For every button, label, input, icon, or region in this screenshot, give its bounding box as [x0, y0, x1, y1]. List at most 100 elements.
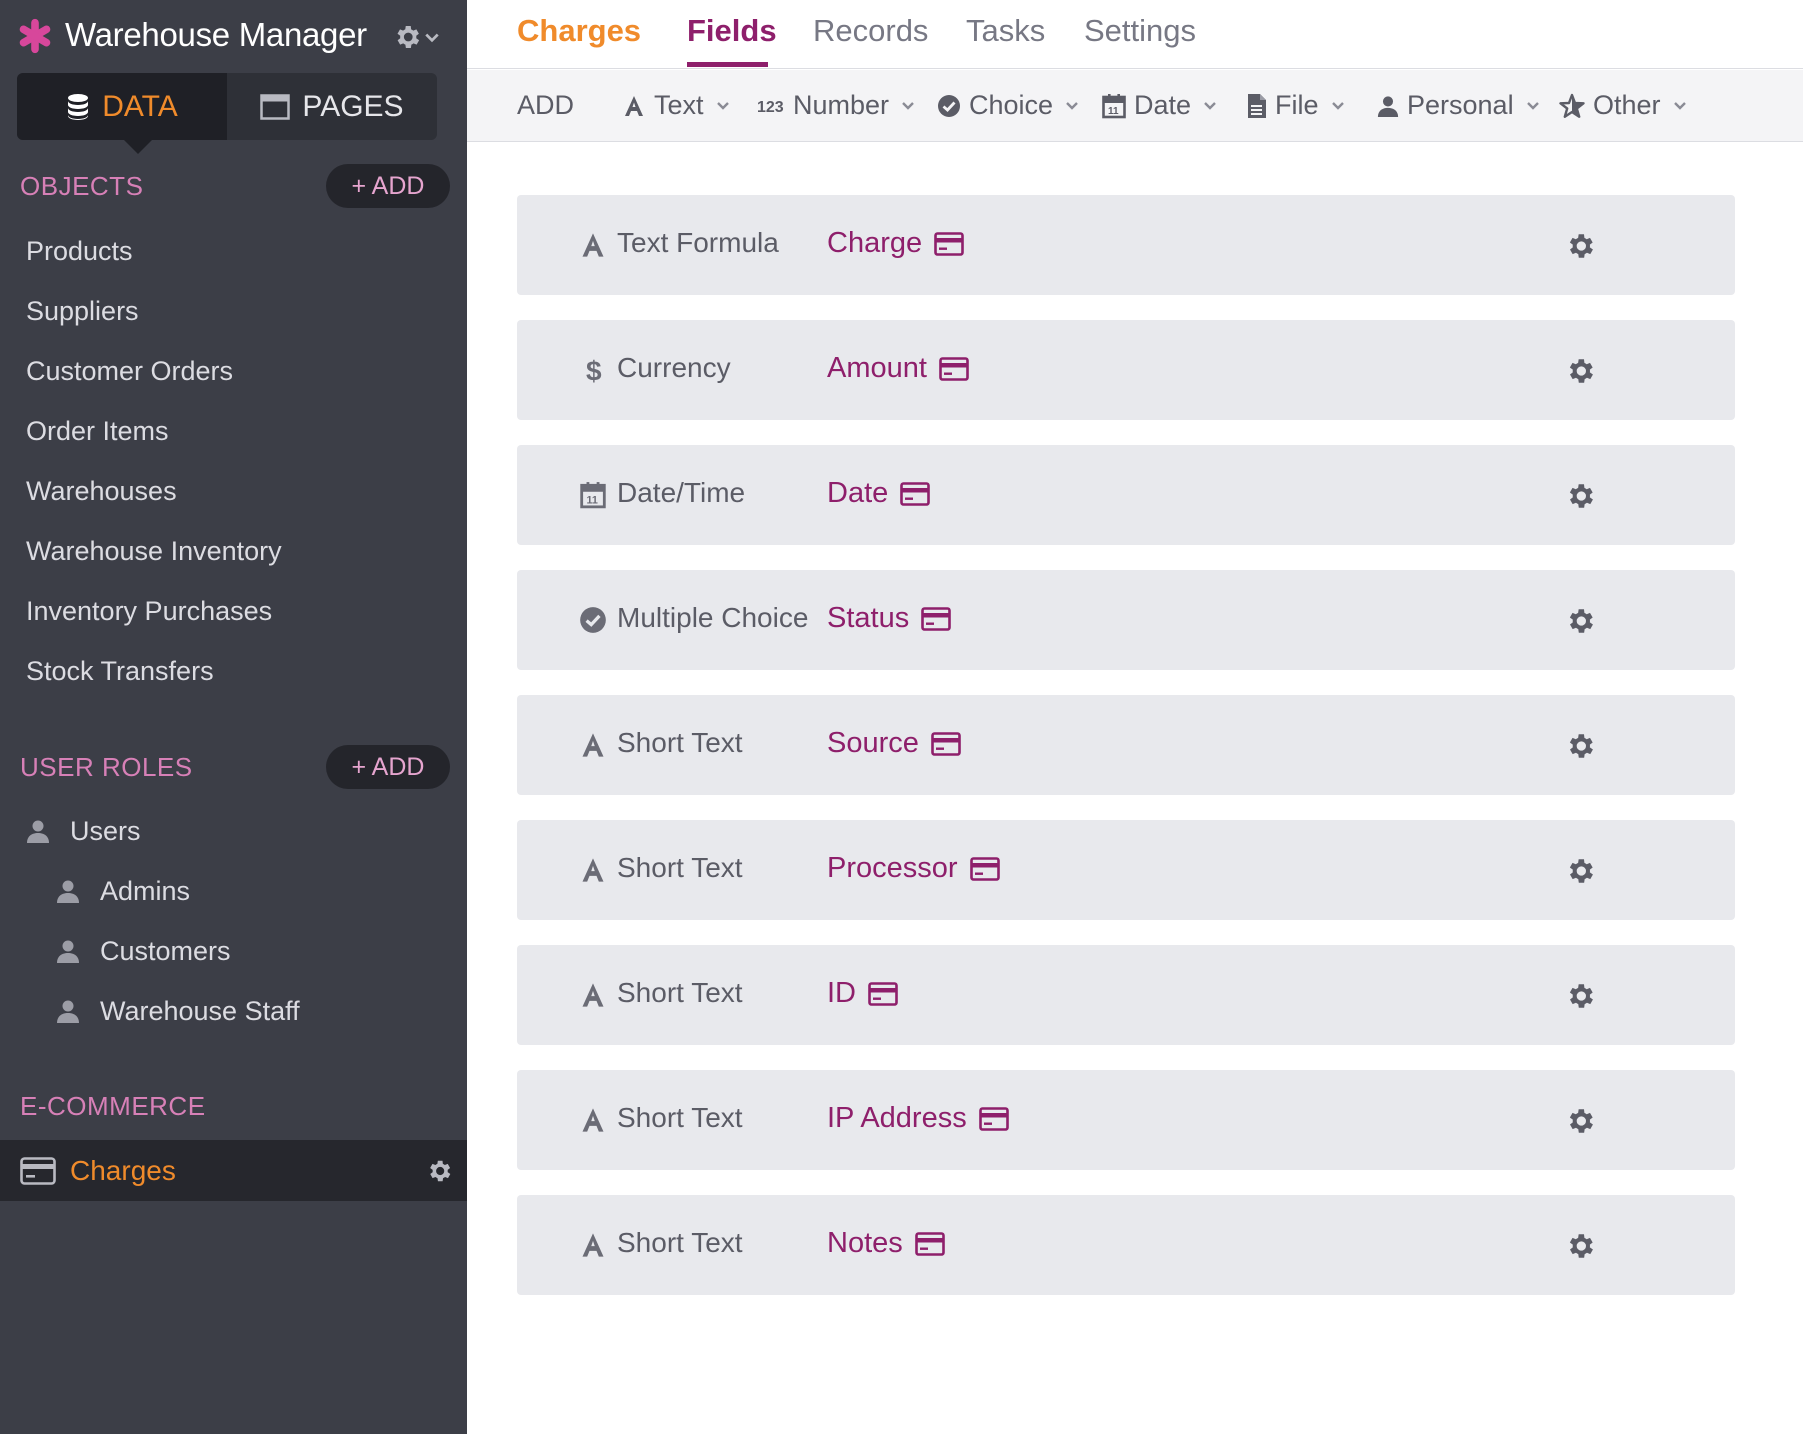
- field-name-link[interactable]: Date: [827, 477, 931, 510]
- active-tab-underline: [687, 62, 768, 67]
- field-name-link[interactable]: Charge: [827, 227, 964, 260]
- field-name-link[interactable]: ID: [827, 977, 898, 1010]
- object-tabs: Charges Fields Records Tasks Settings: [467, 0, 1803, 69]
- data-mode-tab[interactable]: DATA: [17, 73, 227, 154]
- text-icon: [582, 733, 604, 757]
- objects-section-header: OBJECTS + ADD: [20, 164, 450, 208]
- sidebar-item-stock-transfers[interactable]: Stock Transfers: [0, 641, 467, 701]
- user-icon: [27, 820, 49, 843]
- star-icon: [1559, 93, 1585, 118]
- svg-text:11: 11: [1108, 106, 1119, 117]
- sidebar-item-inventory-purchases[interactable]: Inventory Purchases: [0, 581, 467, 641]
- tab-tasks[interactable]: Tasks: [966, 13, 1045, 49]
- credit-card-icon: [868, 981, 898, 1006]
- field-name-link[interactable]: Status: [827, 602, 952, 635]
- sidebar-item-customer-orders[interactable]: Customer Orders: [0, 341, 467, 401]
- gear-icon[interactable]: [1564, 230, 1596, 262]
- browser-window-icon: [260, 93, 291, 120]
- field-row[interactable]: Multiple Choice Status: [517, 570, 1735, 670]
- sidebar-item-charges[interactable]: Charges: [0, 1140, 467, 1201]
- gear-icon[interactable]: [1564, 480, 1596, 512]
- other-type-dropdown[interactable]: Other: [1559, 90, 1687, 121]
- text-icon: [625, 95, 643, 116]
- field-name: Status: [827, 602, 910, 634]
- field-row[interactable]: Short Text Notes: [517, 1195, 1735, 1295]
- database-icon: [68, 93, 89, 120]
- add-field-label: ADD: [517, 90, 575, 120]
- gear-icon[interactable]: [425, 1157, 453, 1185]
- sidebar-item-label: Users: [70, 815, 141, 846]
- field-type-label: Short Text: [617, 1227, 743, 1258]
- gear-icon[interactable]: [1564, 1105, 1596, 1137]
- credit-card-icon: [900, 481, 931, 506]
- field-row[interactable]: Short Text Source: [517, 695, 1735, 795]
- chevron-down-icon: [1331, 101, 1344, 110]
- date-type-dropdown[interactable]: 11 Date: [1102, 90, 1217, 121]
- sidebar-item-warehouse-inventory[interactable]: Warehouse Inventory: [0, 521, 467, 581]
- gear-icon[interactable]: [392, 22, 422, 52]
- app-title: Warehouse Manager: [65, 16, 367, 53]
- pages-mode-tab[interactable]: PAGES: [227, 73, 437, 140]
- credit-card-icon: [978, 1106, 1009, 1131]
- credit-card-icon: [939, 356, 969, 381]
- field-name-link[interactable]: Amount: [827, 352, 969, 385]
- text-type-dropdown[interactable]: Text: [622, 90, 730, 121]
- other-type-label: Other: [1593, 90, 1661, 120]
- add-user-role-button[interactable]: + ADD: [326, 745, 450, 789]
- field-row[interactable]: Short Text IP Address: [517, 1070, 1735, 1170]
- field-name-link[interactable]: Processor: [827, 852, 1000, 885]
- field-name-link[interactable]: IP Address: [827, 1102, 1009, 1135]
- user-roles-section-title: USER ROLES: [20, 751, 193, 782]
- field-row[interactable]: Short Text Processor: [517, 820, 1735, 920]
- sidebar-item-order-items[interactable]: Order Items: [0, 401, 467, 461]
- number-type-dropdown[interactable]: 123 Number: [757, 90, 915, 121]
- tab-settings[interactable]: Settings: [1084, 13, 1196, 49]
- field-type-label: Text Formula: [617, 227, 779, 258]
- objects-list: Products Suppliers Customer Orders Order…: [0, 221, 467, 701]
- field-name-link[interactable]: Source: [827, 727, 961, 760]
- check-circle-icon: [938, 94, 960, 117]
- number-type-label: Number: [793, 90, 890, 120]
- sidebar-item-suppliers[interactable]: Suppliers: [0, 281, 467, 341]
- field-name: Notes: [827, 1227, 903, 1259]
- add-object-button[interactable]: + ADD: [326, 164, 450, 208]
- file-type-label: File: [1275, 90, 1319, 120]
- gear-icon[interactable]: [1564, 855, 1596, 887]
- field-type-label: Short Text: [617, 852, 743, 883]
- gear-icon[interactable]: [1564, 605, 1596, 637]
- gear-icon[interactable]: [1564, 355, 1596, 387]
- gear-icon[interactable]: [1564, 1230, 1596, 1262]
- sidebar-item-customers[interactable]: Customers: [0, 921, 467, 981]
- gear-icon[interactable]: [1564, 980, 1596, 1012]
- field-type-label: Short Text: [617, 727, 743, 758]
- number-123-icon: 123: [757, 99, 784, 116]
- field-row[interactable]: 11 Date/Time Date: [517, 445, 1735, 545]
- svg-text:11: 11: [587, 495, 598, 507]
- sidebar-item-warehouse-staff[interactable]: Warehouse Staff: [0, 981, 467, 1041]
- field-name: Charge: [827, 227, 923, 259]
- text-icon: [582, 233, 604, 257]
- choice-type-dropdown[interactable]: Choice: [937, 90, 1079, 121]
- svg-text:$: $: [586, 356, 602, 384]
- field-name: Amount: [827, 352, 927, 384]
- tab-fields[interactable]: Fields: [687, 13, 777, 49]
- field-name-link[interactable]: Notes: [827, 1227, 945, 1260]
- file-type-dropdown[interactable]: File: [1247, 90, 1345, 121]
- app-header: Warehouse Manager: [0, 0, 467, 72]
- text-icon: [582, 983, 604, 1007]
- sidebar-item-admins[interactable]: Admins: [0, 861, 467, 921]
- user-icon: [57, 940, 79, 963]
- chevron-down-icon[interactable]: [424, 32, 440, 44]
- sidebar-item-warehouses[interactable]: Warehouses: [0, 461, 467, 521]
- main-panel: Charges Fields Records Tasks Settings AD…: [467, 0, 1803, 1434]
- chevron-down-icon: [716, 101, 729, 110]
- field-row[interactable]: Short Text ID: [517, 945, 1735, 1045]
- field-row[interactable]: $ Currency Amount: [517, 320, 1735, 420]
- personal-type-dropdown[interactable]: Personal: [1377, 90, 1540, 121]
- field-row[interactable]: Text Formula Charge: [517, 195, 1735, 295]
- sidebar-item-label: Warehouse Staff: [100, 995, 300, 1026]
- sidebar-item-products[interactable]: Products: [0, 221, 467, 281]
- tab-records[interactable]: Records: [813, 13, 928, 49]
- gear-icon[interactable]: [1564, 730, 1596, 762]
- sidebar-item-users[interactable]: Users: [0, 801, 467, 861]
